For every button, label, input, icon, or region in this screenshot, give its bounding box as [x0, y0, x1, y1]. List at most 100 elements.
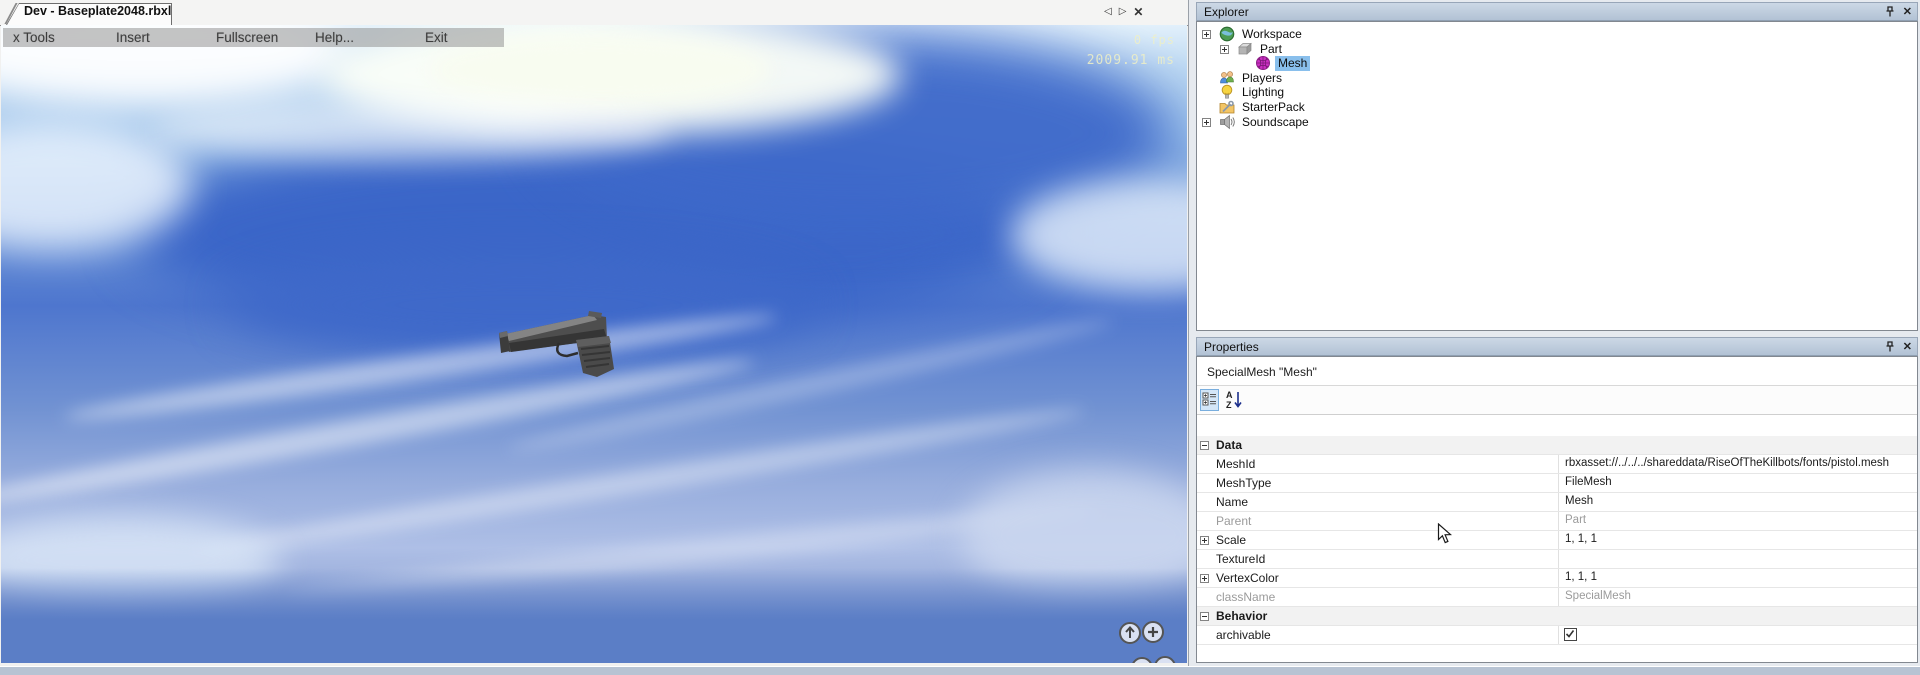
property-value-cell[interactable]: Mesh	[1558, 493, 1916, 511]
checkbox-checked-icon[interactable]	[1564, 628, 1577, 641]
section-name: Behavior	[1216, 609, 1267, 623]
menu-item-xtools[interactable]: x Tools	[13, 30, 55, 45]
property-value: 1, 1, 1	[1565, 571, 1597, 583]
property-row-name[interactable]: NameMesh	[1197, 493, 1917, 512]
property-value-cell[interactable]: FileMesh	[1558, 474, 1916, 492]
property-value-cell[interactable]: Part	[1558, 512, 1916, 530]
menu-item-help[interactable]: Help...	[315, 30, 354, 45]
property-row-textureid[interactable]: TextureId	[1197, 550, 1917, 569]
tree-item-label[interactable]: Mesh	[1275, 56, 1310, 71]
selected-object-row[interactable]: SpecialMesh "Mesh"	[1197, 357, 1917, 386]
game-window: Dev - Baseplate2048.rbxl ◁ ▷ ✕	[0, 0, 1189, 666]
tree-item-workspace[interactable]: Workspace	[1197, 27, 1917, 42]
property-value-cell[interactable]: SpecialMesh	[1558, 588, 1916, 606]
selected-object-label: SpecialMesh "Mesh"	[1207, 365, 1317, 379]
explorer-panel-header: Explorer ✕	[1196, 2, 1918, 21]
property-name: MeshId	[1216, 457, 1255, 471]
soundscape-icon	[1219, 114, 1235, 130]
property-value: 1, 1, 1	[1565, 533, 1597, 545]
tab-close-icon[interactable]: ✕	[1133, 4, 1143, 20]
property-row-meshid[interactable]: MeshId rbxasset://../../../shareddata/Ris…	[1197, 455, 1917, 474]
categorized-view-icon	[1202, 392, 1217, 407]
pistol-mesh-object[interactable]	[493, 305, 623, 387]
explorer-panel-title: Explorer	[1204, 5, 1249, 19]
tab-scroll-left-icon[interactable]: ◁	[1104, 4, 1112, 20]
tilt-down-button[interactable]	[1132, 658, 1152, 663]
mouse-cursor	[1437, 523, 1452, 544]
property-row-scale[interactable]: Scale 1, 1, 1	[1197, 531, 1917, 550]
pushpin-icon[interactable]	[1885, 341, 1895, 353]
tree-item-starterpack[interactable]: StarterPack	[1197, 100, 1917, 115]
alphabetical-sort-button[interactable]: A Z	[1224, 389, 1244, 411]
tree-item-part[interactable]: Part	[1197, 42, 1917, 57]
zoom-in-button[interactable]	[1143, 622, 1163, 642]
property-value-cell[interactable]: 1, 1, 1	[1558, 569, 1916, 587]
property-value-cell[interactable]	[1558, 626, 1916, 644]
explorer-close-icon[interactable]: ✕	[1903, 5, 1912, 19]
sky-horizon-band	[1, 568, 1187, 663]
3d-viewport[interactable]: x Tools Insert Fullscreen Help... Exit 0 fps…	[1, 25, 1187, 663]
lighting-icon	[1219, 84, 1235, 100]
property-value-cell[interactable]: 1, 1, 1	[1558, 531, 1916, 549]
tree-item-players[interactable]: Players	[1197, 71, 1917, 86]
tree-item-label[interactable]: Soundscape	[1242, 115, 1309, 130]
categorized-view-button[interactable]	[1200, 389, 1219, 411]
tab-scroll-right-icon[interactable]: ▷	[1119, 4, 1127, 20]
menu-item-exit[interactable]: Exit	[425, 30, 448, 45]
section-collapse-icon[interactable]	[1200, 441, 1209, 450]
tree-item-label[interactable]: Players	[1242, 71, 1282, 86]
property-value: SpecialMesh	[1565, 590, 1631, 602]
tree-item-label[interactable]: StarterPack	[1242, 100, 1305, 115]
property-name: archivable	[1216, 628, 1271, 642]
mesh-icon	[1255, 55, 1271, 71]
property-expand-icon[interactable]	[1200, 536, 1209, 545]
menu-item-insert[interactable]: Insert	[116, 30, 150, 45]
property-value: Mesh	[1565, 495, 1593, 507]
tree-item-label[interactable]: Lighting	[1242, 85, 1284, 100]
fps-counter: 0 fps	[1087, 33, 1175, 47]
tree-item-soundscape[interactable]: Soundscape	[1197, 115, 1917, 130]
property-row-classname[interactable]: className SpecialMesh	[1197, 588, 1917, 607]
property-row-parent[interactable]: ParentPart	[1197, 512, 1917, 531]
menu-item-fullscreen[interactable]: Fullscreen	[216, 30, 278, 45]
svg-text:Z: Z	[1226, 400, 1232, 410]
properties-panel-title: Properties	[1204, 340, 1259, 354]
tilt-up-button[interactable]	[1120, 623, 1140, 643]
starterpack-icon	[1219, 99, 1235, 115]
expand-toggle-icon[interactable]	[1202, 30, 1211, 39]
property-value-cell[interactable]: rbxasset://../../../shareddata/RiseOfThe…	[1558, 455, 1916, 473]
tree-item-lighting[interactable]: Lighting	[1197, 85, 1917, 100]
property-value: Part	[1565, 514, 1586, 526]
section-collapse-icon[interactable]	[1200, 612, 1209, 621]
property-row-meshtype[interactable]: MeshTypeFileMesh	[1197, 474, 1917, 493]
property-section-behavior[interactable]: Behavior	[1197, 607, 1917, 626]
players-icon	[1219, 70, 1235, 86]
property-name: Scale	[1216, 533, 1246, 547]
section-name: Data	[1216, 438, 1242, 452]
tree-item-mesh[interactable]: Mesh	[1197, 56, 1917, 71]
workspace-icon	[1219, 26, 1235, 42]
property-name: className	[1216, 590, 1275, 604]
properties-panel: SpecialMesh "Mesh" A Z Data Mesh	[1196, 356, 1918, 663]
in-game-menu-bar: x Tools Insert Fullscreen Help... Exit	[3, 28, 504, 47]
property-name: VertexColor	[1216, 571, 1279, 585]
properties-close-icon[interactable]: ✕	[1903, 340, 1912, 354]
property-name: TextureId	[1216, 552, 1265, 566]
property-section-data[interactable]: Data	[1197, 436, 1917, 455]
property-expand-icon[interactable]	[1200, 574, 1209, 583]
document-tabstrip: Dev - Baseplate2048.rbxl ◁ ▷ ✕	[0, 0, 1188, 26]
property-value: rbxasset://../../../shareddata/RiseOfThe…	[1565, 457, 1889, 469]
tab-nav-buttons: ◁ ▷ ✕	[1104, 4, 1143, 20]
expand-toggle-icon[interactable]	[1220, 45, 1229, 54]
property-row-archivable[interactable]: archivable	[1197, 626, 1917, 645]
frame-time-counter: 2009.91 ms	[1087, 53, 1175, 68]
property-row-vertexcolor[interactable]: VertexColor 1, 1, 1	[1197, 569, 1917, 588]
zoom-out-button[interactable]	[1155, 657, 1175, 663]
expand-toggle-icon[interactable]	[1202, 118, 1211, 127]
taskbar-edge	[0, 666, 1920, 675]
pushpin-icon[interactable]	[1885, 6, 1895, 18]
document-tab-title[interactable]: Dev - Baseplate2048.rbxl	[24, 4, 171, 18]
property-value-cell[interactable]	[1558, 550, 1916, 568]
cloud	[151, 100, 671, 160]
explorer-tree[interactable]: WorkspacePartMeshPlayersLightingStarterP…	[1196, 21, 1918, 331]
